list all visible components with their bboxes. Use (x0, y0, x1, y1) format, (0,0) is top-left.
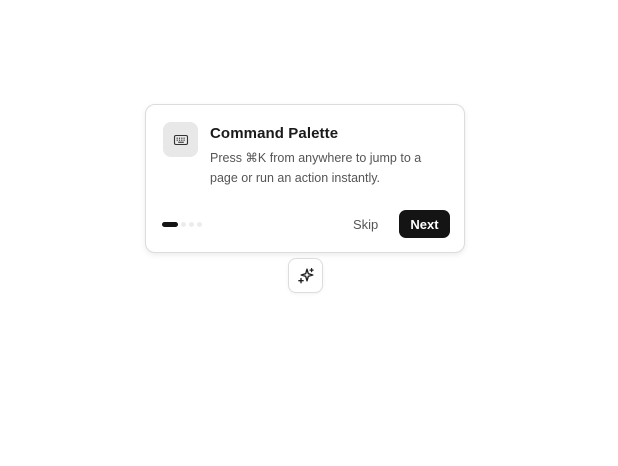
skip-button[interactable]: Skip (347, 212, 384, 236)
page: Command Palette Press ⌘K from anywhere t… (0, 0, 618, 466)
keyboard-icon (173, 134, 188, 145)
progress-dot-active (162, 221, 178, 227)
step-progress-indicator (162, 221, 202, 227)
launcher-button[interactable] (288, 258, 323, 293)
keyboard-icon-tile (163, 122, 198, 157)
sparkles-icon (297, 267, 314, 283)
progress-dot (181, 221, 186, 227)
progress-dot (197, 221, 202, 227)
tour-title: Command Palette (210, 125, 339, 142)
onboarding-tour-card: Command Palette Press ⌘K from anywhere t… (145, 104, 465, 253)
progress-dot (189, 221, 194, 227)
tour-description: Press ⌘K from anywhere to jump to a page… (210, 151, 422, 185)
next-button[interactable]: Next (399, 210, 450, 238)
